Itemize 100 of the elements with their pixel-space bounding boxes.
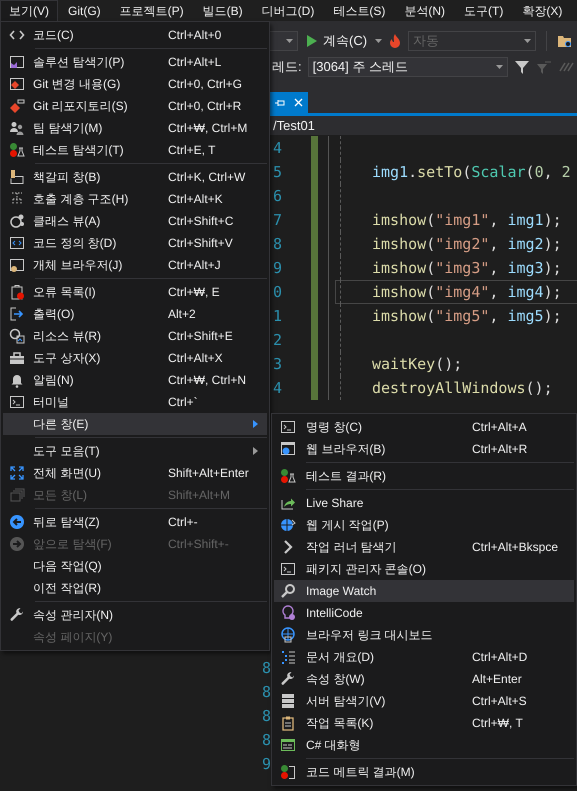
menu-item[interactable]: Git 변경 내용(G) Ctrl+0, Ctrl+G (3, 73, 267, 95)
menu-item[interactable]: 브라우저 링크 대시보드 (274, 624, 574, 646)
code-line: destroyAllWindows(); (371, 379, 553, 397)
menu-item[interactable]: 속성 창(W) Alt+Enter (274, 668, 574, 690)
continue-button[interactable]: 계속(C) (304, 32, 370, 50)
window-icon (9, 54, 25, 70)
thread-dropdown[interactable]: [3064] 주 스레드 (308, 57, 508, 77)
menubar-item[interactable]: 보기(V) (0, 0, 58, 21)
menubar-item[interactable]: 도구(T) (455, 0, 512, 21)
shortcut-text: Ctrl+- (168, 515, 199, 529)
fire-icon[interactable] (388, 33, 402, 49)
menu-item[interactable]: 호출 계층 구조(H) Ctrl+Alt+K (3, 188, 267, 210)
menu-item[interactable]: 속성 관리자(N) (3, 604, 267, 626)
menubar-item[interactable]: 분석(N) (395, 0, 454, 21)
menubar-item[interactable]: 테스트(S) (324, 0, 394, 21)
menu-item[interactable]: 명령 창(C) Ctrl+Alt+A (274, 416, 574, 438)
menu-item[interactable]: 테스트 결과(R) (274, 465, 574, 487)
document-tab[interactable] (270, 92, 308, 113)
menu-item[interactable]: 서버 탐색기(V) Ctrl+Alt+S (274, 690, 574, 712)
bell-icon (9, 372, 25, 388)
menu-item[interactable]: 코드 메트릭 결과(M) (274, 761, 574, 783)
menu-item[interactable]: 팀 탐색기(M) Ctrl+₩, Ctrl+M (3, 117, 267, 139)
shortcut-text: Ctrl+0, Ctrl+G (168, 77, 244, 91)
menu-item[interactable]: 클래스 뷰(A) Ctrl+Shift+C (3, 210, 267, 232)
line-number: 6 (272, 187, 284, 205)
menu-item[interactable]: 코드(C) Ctrl+Alt+0 (3, 24, 267, 46)
menu-item[interactable]: 개체 브라우저(J) Ctrl+Alt+J (3, 254, 267, 276)
menu-item[interactable]: 책갈피 창(B) Ctrl+K, Ctrl+W (3, 166, 267, 188)
shortcut-text: Ctrl+Shift+V (168, 236, 234, 250)
menu-item[interactable]: 출력(O) Alt+2 (3, 303, 267, 325)
menu-item[interactable]: 다음 작업(Q) (3, 555, 267, 577)
menu-item[interactable]: 웹 게시 작업(P) (274, 514, 574, 536)
line-number: 8 (262, 731, 271, 749)
caret-icon (496, 65, 503, 69)
shortcut-text: Ctrl+0, Ctrl+R (168, 99, 242, 113)
test-icon (280, 468, 296, 484)
shortcut-text: Ctrl+Alt+0 (168, 28, 222, 42)
menu-item[interactable]: 문서 개요(D) Ctrl+Alt+D (274, 646, 574, 668)
menu-item[interactable]: 도구 상자(X) Ctrl+Alt+X (3, 347, 267, 369)
shortcut-text: Alt+Enter (472, 672, 523, 686)
window-icon (9, 235, 25, 251)
menubar-item[interactable]: 디버그(D) (252, 0, 324, 21)
code-line: imshow("img5", img5); (371, 307, 562, 325)
shortcut-text: Ctrl+Shift+- (168, 537, 230, 551)
clipboard-icon (9, 284, 25, 300)
server-icon (280, 693, 296, 709)
menu-item[interactable]: Live Share (274, 492, 574, 514)
menubar-item[interactable]: 빌드(B) (194, 0, 252, 21)
menu-item[interactable]: 리소스 뷰(R) Ctrl+Shift+E (3, 325, 267, 347)
shortcut-text: Ctrl+Alt+X (168, 351, 224, 365)
line-number: 8 (262, 707, 271, 725)
menu-item[interactable]: IntelliCode (274, 602, 574, 624)
menu-item[interactable]: 솔루션 탐색기(P) Ctrl+Alt+L (3, 51, 267, 73)
menu-item[interactable]: 작업 러너 탐색기 Ctrl+Alt+Bkspce (274, 536, 574, 558)
code-line: imshow("img4", img4); (371, 283, 562, 301)
code-line: imshow("img1", img1); (371, 211, 562, 229)
close-icon[interactable] (294, 98, 304, 107)
menu-item[interactable]: 알림(N) Ctrl+₩, Ctrl+N (3, 369, 267, 391)
menu-item[interactable]: 작업 목록(K) Ctrl+₩, T (274, 712, 574, 734)
test-icon (9, 142, 25, 158)
menubar-item[interactable]: 확장(X) (513, 0, 572, 21)
window-icon (9, 257, 25, 273)
clipboard-icon (280, 715, 296, 731)
menubar-item[interactable]: 프로젝트(P) (110, 0, 193, 21)
line-number: 8 (262, 683, 271, 701)
file-path: /Test01 (273, 118, 315, 133)
shortcut-text: Ctrl+Alt+S (472, 694, 528, 708)
globe-icon (280, 627, 296, 643)
back-icon (9, 514, 25, 530)
line-number: 9 (272, 259, 284, 277)
play-icon (306, 34, 318, 48)
menu-item[interactable]: 다른 창(E) (3, 413, 267, 435)
folder-search-icon[interactable] (557, 33, 574, 49)
shortcut-text: Ctrl+₩, Ctrl+M (168, 121, 248, 135)
menu-item[interactable]: Image Watch (274, 580, 574, 602)
globe-icon (280, 517, 296, 533)
menu-item[interactable]: 전체 화면(U) Shift+Alt+Enter (3, 462, 267, 484)
menu-item[interactable]: 코드 정의 창(D) Ctrl+Shift+V (3, 232, 267, 254)
menu-item[interactable]: 웹 브라우저(B) Ctrl+Alt+R (274, 438, 574, 460)
thread-label: 레드: (272, 58, 302, 76)
menu-item[interactable]: 도구 모음(T) (3, 440, 267, 462)
shortcut-text: Ctrl+Alt+Bkspce (472, 540, 560, 554)
menu-item[interactable]: 뒤로 탐색(Z) Ctrl+- (3, 511, 267, 533)
menu-item[interactable]: 터미널 Ctrl+` (3, 391, 267, 413)
menu-item[interactable]: 오류 목록(I) Ctrl+₩, E (3, 281, 267, 303)
filter-icon[interactable] (514, 59, 530, 75)
menu-item[interactable]: 패키지 관리자 콘솔(O) (274, 558, 574, 580)
pin-icon[interactable] (274, 98, 285, 108)
menu-item[interactable]: Git 리포지토리(S) Ctrl+0, Ctrl+R (3, 95, 267, 117)
lightbulb-icon (280, 605, 296, 621)
menu-item[interactable]: 이전 작업(R) (3, 577, 267, 599)
caret-icon (524, 39, 532, 43)
shortcut-text: Ctrl+₩, E (168, 285, 221, 299)
shortcut-text: Ctrl+Alt+D (472, 650, 528, 664)
menubar-item[interactable]: Git(G) (59, 0, 110, 21)
menu-item[interactable]: C# 대화형 (274, 734, 574, 756)
windows-icon (9, 487, 25, 503)
code-line: imshow("img2", img2); (371, 235, 562, 253)
shortcut-text: Ctrl+₩, Ctrl+N (168, 373, 247, 387)
menu-item[interactable]: 테스트 탐색기(T) Ctrl+E, T (3, 139, 267, 161)
